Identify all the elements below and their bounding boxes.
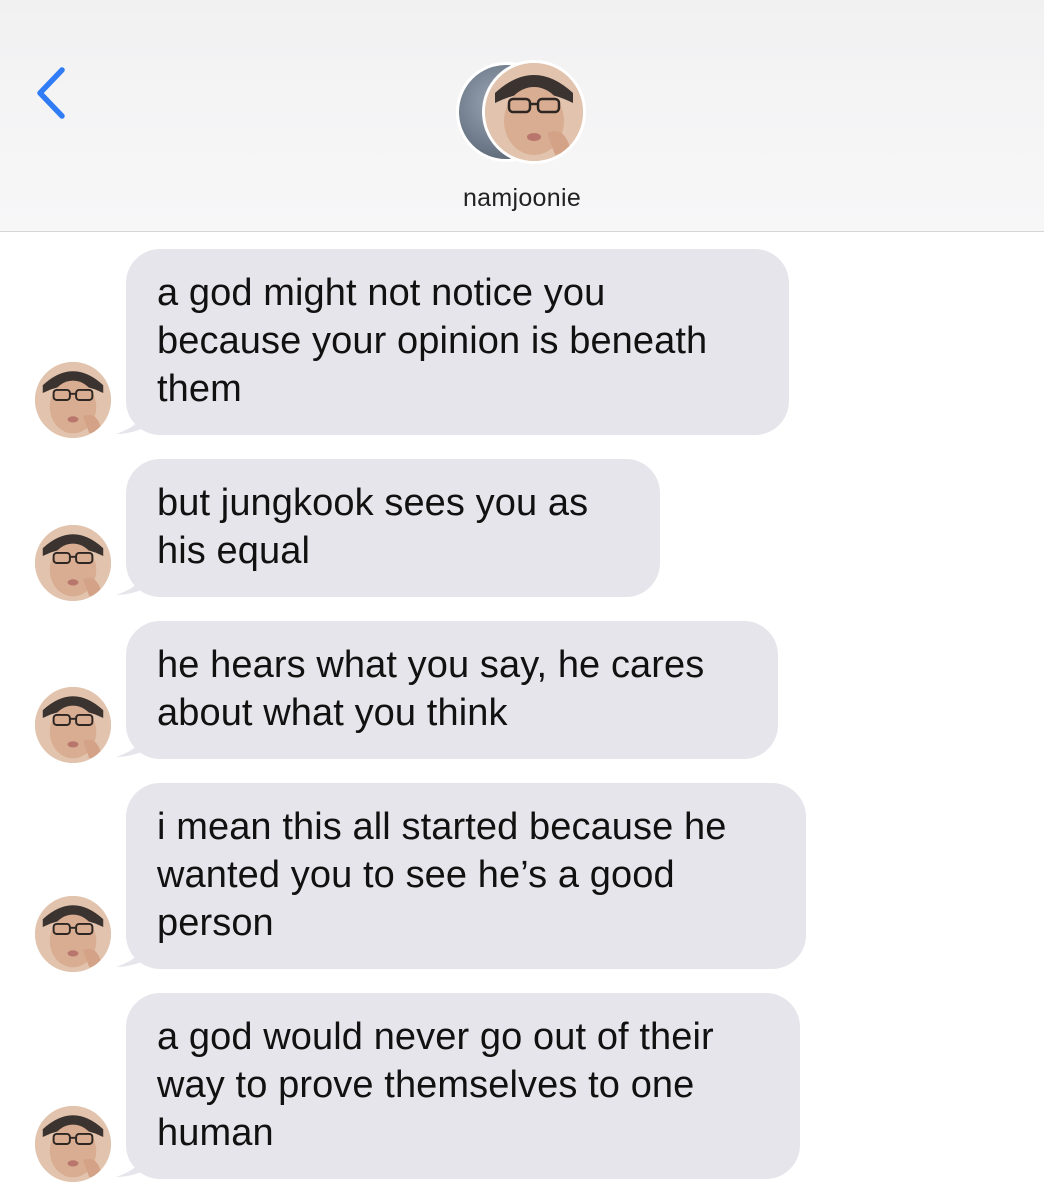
avatar[interactable] (35, 362, 111, 438)
back-button[interactable] (22, 58, 82, 128)
message-line: but jungkook sees you as (157, 482, 589, 524)
bubble-tail-icon (116, 725, 152, 757)
message-bubble[interactable]: a god would never go out of their way to… (126, 993, 800, 1179)
bubble-tail-icon (116, 935, 152, 967)
message-bubble[interactable]: he hears what you say, he cares about wh… (126, 621, 778, 759)
message-bubble[interactable]: but jungkook sees you as his equal (126, 459, 660, 597)
message-line: wanted you to see he’s a good (157, 854, 675, 896)
avatar-photo-icon (35, 362, 111, 438)
message-line: i mean this all started because he (157, 806, 727, 848)
message-line: a god would never go out of their (157, 1016, 714, 1058)
avatar[interactable] (35, 687, 111, 763)
message-bubble[interactable]: i mean this all started because he wante… (126, 783, 806, 969)
bubble-tail-icon (116, 563, 152, 595)
bubble-tail-icon (116, 402, 152, 434)
bubble-tail-icon (116, 1145, 152, 1177)
message-line: a god might not notice you (157, 272, 606, 314)
message-line: way to prove themselves to one (157, 1064, 695, 1106)
message-line: person (157, 902, 274, 944)
avatar[interactable] (35, 896, 111, 972)
message-line: human (157, 1112, 274, 1154)
contact-avatar (482, 60, 586, 164)
message-line: he hears what you say, he cares (157, 644, 705, 686)
chat-header: namjoonie (0, 0, 1044, 232)
avatar-photo-icon (35, 525, 111, 601)
contact-avatar-group[interactable] (456, 60, 588, 166)
message-line: about what you think (157, 692, 508, 734)
avatar-photo-icon (35, 1106, 111, 1182)
avatar[interactable] (35, 525, 111, 601)
chevron-left-icon (37, 67, 65, 119)
message-thread: a god might not notice you because your … (0, 232, 1044, 1200)
message-bubble[interactable]: a god might not notice you because your … (126, 249, 789, 435)
contact-name[interactable]: namjoonie (0, 184, 1044, 213)
message-line: his equal (157, 530, 311, 572)
chat-screen: namjoonie a god might not notice you bec… (0, 0, 1044, 1200)
avatar-photo-icon (35, 687, 111, 763)
avatar-photo-icon (485, 63, 583, 161)
avatar[interactable] (35, 1106, 111, 1182)
message-line: them (157, 368, 242, 410)
message-line: because your opinion is beneath (157, 320, 708, 362)
avatar-photo-icon (35, 896, 111, 972)
